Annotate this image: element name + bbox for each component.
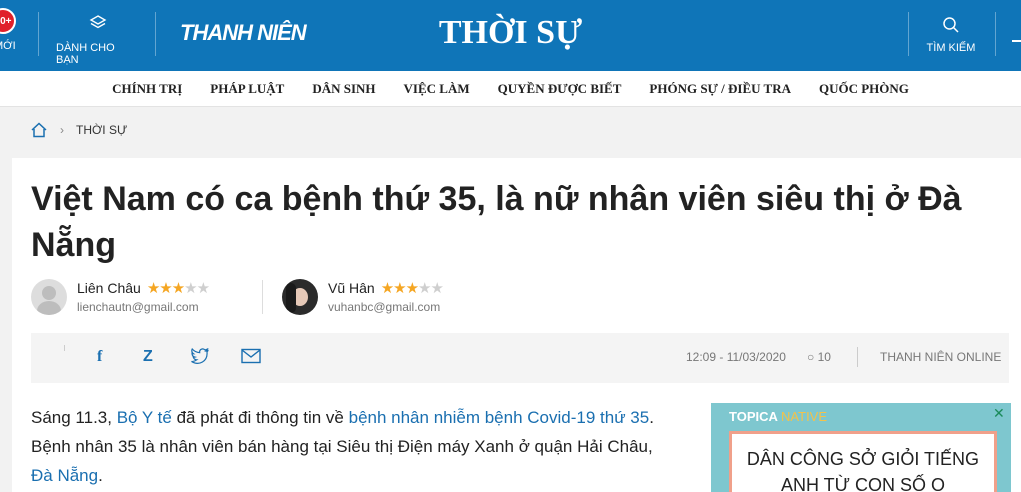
author-email[interactable]: vuhanbc@gmail.com xyxy=(328,300,443,314)
article-source: THANH NIÊN ONLINE xyxy=(880,350,1002,364)
ad-brand-name: TOPICA xyxy=(729,409,778,424)
divider xyxy=(64,345,65,351)
ad-brand: TOPICA NATIVE xyxy=(729,409,827,424)
share-bar: f Z 12:09 - 11/03/2020 ○ 10 THANH NIÊN O… xyxy=(31,333,1009,383)
search-icon xyxy=(943,17,959,33)
ad-headline: DÂN CÔNG SỞ GIỎI TIẾNG ANH TỪ CON SỐ O xyxy=(729,431,997,492)
nav-item-dan-sinh[interactable]: DÂN SINH xyxy=(312,81,375,97)
author-card[interactable]: Vũ Hân ★★★★★ vuhanbc@gmail.com xyxy=(282,279,444,315)
breadcrumb-section[interactable]: THỜI SỰ xyxy=(76,123,127,137)
divider xyxy=(908,12,909,56)
breadcrumb: › THỜI SỰ xyxy=(30,121,127,139)
search-button[interactable]: TÌM KIẾM xyxy=(922,16,980,54)
comment-count[interactable]: ○ 10 xyxy=(807,350,831,364)
home-icon[interactable] xyxy=(30,121,48,139)
author-email[interactable]: lienchautn@gmail.com xyxy=(77,300,209,314)
nav-item-chinh-tri[interactable]: CHÍNH TRỊ xyxy=(112,81,182,97)
author-card[interactable]: Liên Châu ★★★★★ lienchautn@gmail.com xyxy=(31,279,210,315)
nav-item-phap-luat[interactable]: PHÁP LUẬT xyxy=(210,81,284,97)
lead-text: đã phát đi thông tin về xyxy=(171,408,349,427)
ad-choices-icon[interactable]: ✕ xyxy=(993,405,1005,422)
search-label: TÌM KIẾM xyxy=(926,42,976,54)
avatar xyxy=(31,279,67,315)
lead-text: Sáng 11.3, xyxy=(31,408,117,427)
publish-time: 12:09 - 11/03/2020 xyxy=(686,350,786,364)
zalo-icon[interactable]: Z xyxy=(143,348,153,366)
divider xyxy=(857,347,858,367)
category-nav: CHÍNH TRỊ PHÁP LUẬT DÂN SINH VIỆC LÀM QU… xyxy=(0,71,1021,107)
comment-icon: ○ xyxy=(807,350,815,364)
article-lead: Sáng 11.3, Bộ Y tế đã phát đi thông tin … xyxy=(31,403,671,490)
rating-stars[interactable]: ★★★★★ xyxy=(381,279,444,297)
article-title: Việt Nam có ca bệnh thứ 35, là nữ nhân v… xyxy=(31,180,962,264)
author-name[interactable]: Liên Châu xyxy=(77,280,141,296)
nav-item-quoc-phong[interactable]: QUỐC PHÒNG xyxy=(819,81,909,97)
chevron-right-icon: › xyxy=(60,123,64,137)
divider xyxy=(262,280,263,314)
divider xyxy=(995,12,996,56)
nav-item-phong-su-dieu-tra[interactable]: PHÓNG SỰ / ĐIỀU TRA xyxy=(649,81,791,97)
comment-count-value: 10 xyxy=(817,350,831,364)
author-name[interactable]: Vũ Hân xyxy=(328,280,375,296)
link-benh-nhan-35[interactable]: bệnh nhân nhiễm bệnh Covid-19 thứ 35 xyxy=(349,408,650,427)
link-da-nang[interactable]: Đà Nẵng xyxy=(31,466,98,485)
facebook-icon[interactable]: f xyxy=(97,348,102,366)
link-bo-y-te[interactable]: Bộ Y tế xyxy=(117,408,172,427)
section-title[interactable]: THỜI SỰ xyxy=(0,14,1021,52)
nav-item-quyen-duoc-biet[interactable]: QUYỀN ĐƯỢC BIẾT xyxy=(498,81,622,97)
advertisement[interactable]: TOPICA NATIVE ✕ DÂN CÔNG SỞ GIỎI TIẾNG A… xyxy=(711,403,1011,492)
lead-text: . xyxy=(98,466,103,485)
menu-icon[interactable] xyxy=(1012,40,1021,42)
rating-stars[interactable]: ★★★★★ xyxy=(147,279,210,297)
nav-item-viec-lam[interactable]: VIỆC LÀM xyxy=(404,81,470,97)
ad-brand-accent: NATIVE xyxy=(781,409,828,424)
site-header: 10+ MỚI DÀNH CHO BẠN THANH NIÊN THỜI SỰ … xyxy=(0,0,1021,71)
email-icon[interactable] xyxy=(241,348,261,364)
avatar xyxy=(282,279,318,315)
twitter-icon[interactable] xyxy=(191,348,209,364)
